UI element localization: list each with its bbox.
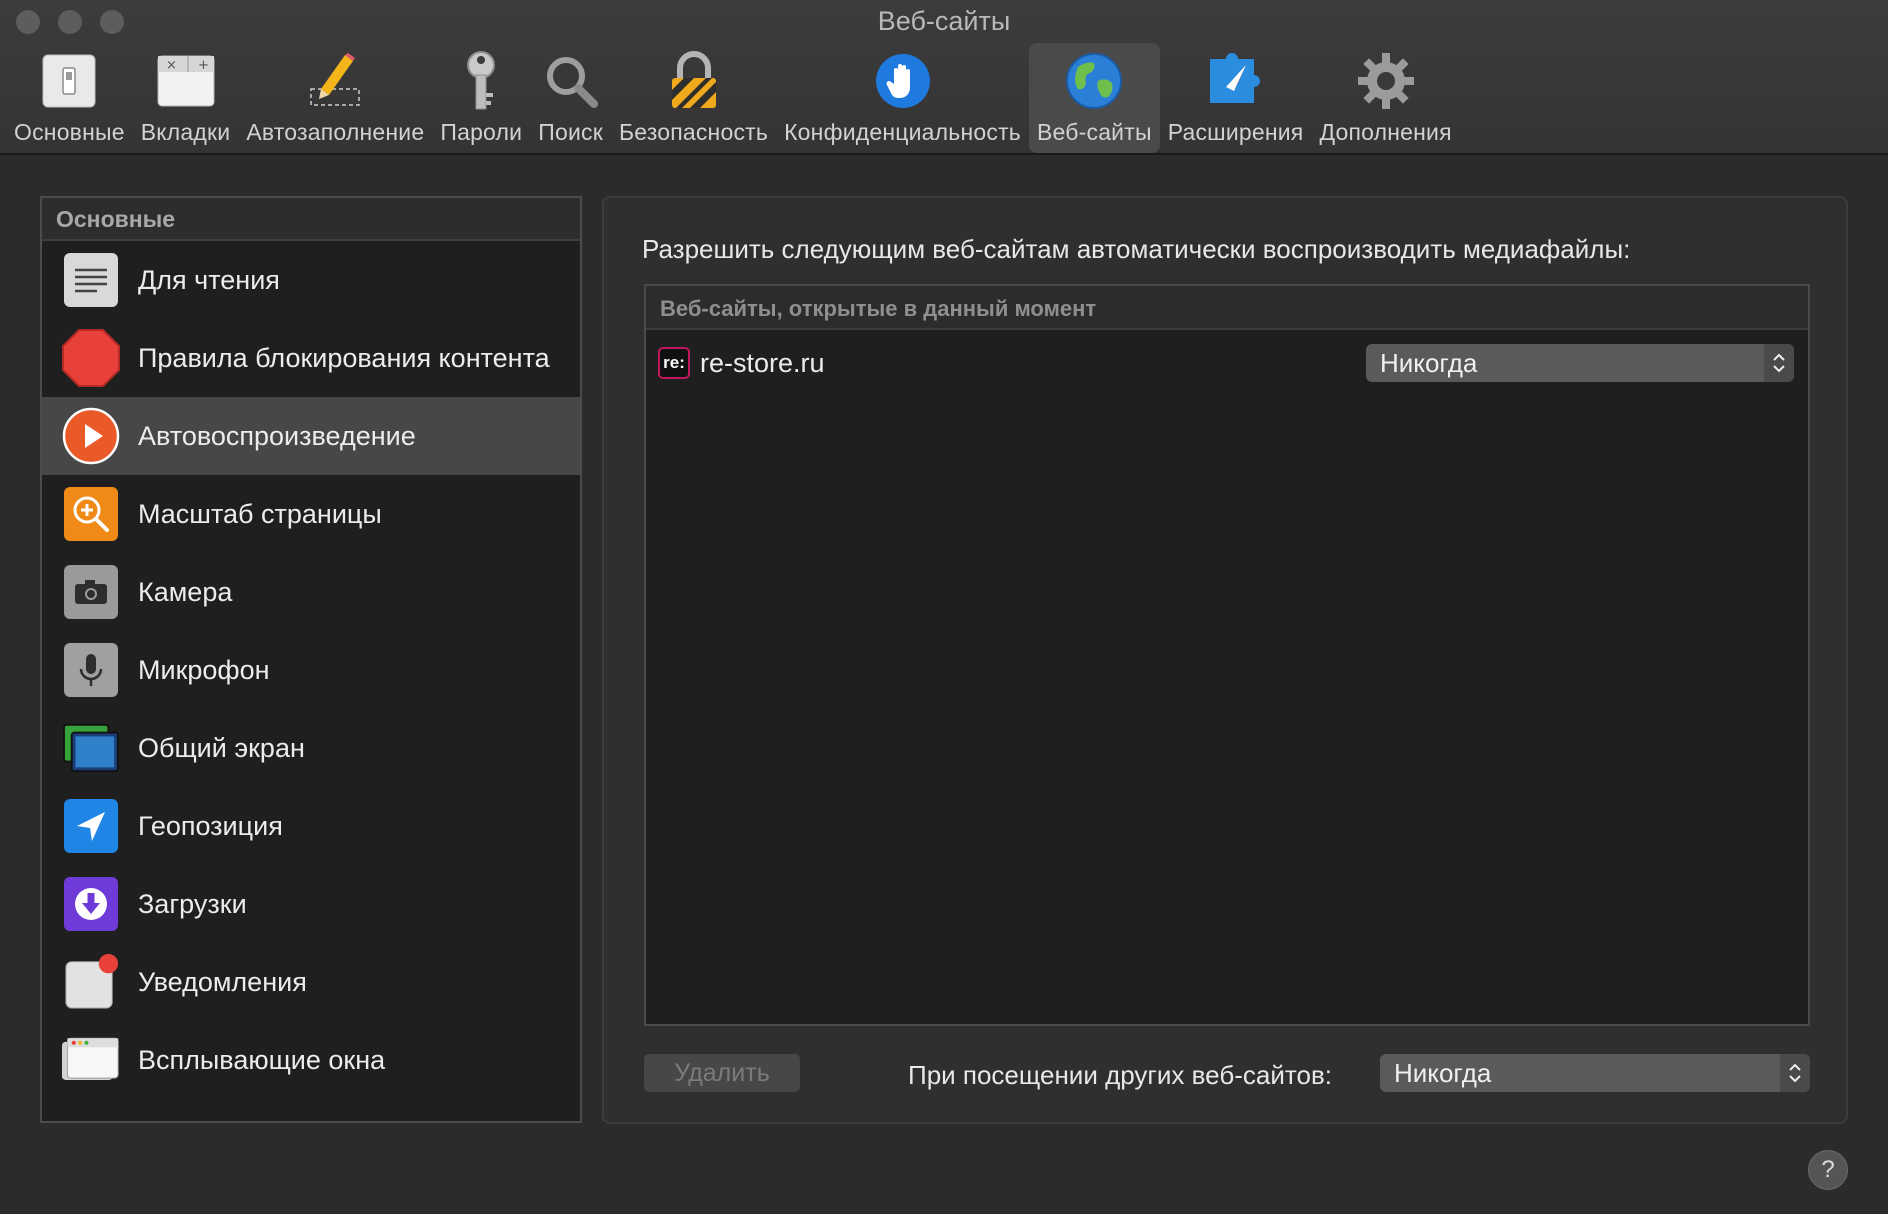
tab-tabs[interactable]: × + Вкладки bbox=[133, 43, 239, 153]
tab-passwords-label: Пароли bbox=[440, 119, 523, 145]
help-button[interactable]: ? bbox=[1808, 1150, 1848, 1190]
tab-security-label: Безопасность bbox=[618, 119, 769, 145]
autoplay-settings-panel: Разрешить следующим веб-сайтам автоматич… bbox=[602, 196, 1848, 1124]
sidebar-item-reader[interactable]: Для чтения bbox=[42, 241, 580, 319]
tab-autofill[interactable]: Автозаполнение bbox=[238, 43, 432, 153]
sidebar-item-content-blockers[interactable]: Правила блокирования контента bbox=[42, 319, 580, 397]
notification-icon bbox=[62, 953, 120, 1011]
general-icon bbox=[37, 49, 101, 113]
sidebar-item-autoplay[interactable]: Автовоспроизведение bbox=[42, 397, 580, 475]
sidebar-item-label: Правила блокирования контента bbox=[138, 342, 550, 373]
preferences-window: Веб-сайты Основные × + Вкладки Автозаполн… bbox=[0, 0, 1888, 1214]
tab-privacy[interactable]: Конфиденциальность bbox=[776, 43, 1029, 153]
site-name: re-store.ru bbox=[700, 347, 825, 378]
tab-websites-label: Веб-сайты bbox=[1036, 119, 1152, 145]
sidebar-item-label: Масштаб страницы bbox=[138, 498, 382, 529]
lock-icon bbox=[662, 49, 726, 113]
tab-autofill-label: Автозаполнение bbox=[246, 119, 425, 145]
tab-passwords[interactable]: Пароли bbox=[432, 43, 530, 153]
other-sites-select[interactable]: Никогда bbox=[1380, 1054, 1810, 1092]
websites-table: Веб-сайты, открытые в данный момент re: … bbox=[644, 284, 1810, 1026]
download-icon bbox=[62, 875, 120, 933]
preferences-toolbar: Основные × + Вкладки Автозаполнение Парол… bbox=[6, 43, 1460, 153]
tab-general-label: Основные bbox=[14, 119, 125, 145]
sidebar-item-notifications[interactable]: Уведомления bbox=[42, 943, 580, 1021]
tab-privacy-label: Конфиденциальность bbox=[784, 119, 1021, 145]
other-sites-select-value: Никогда bbox=[1394, 1057, 1492, 1088]
hand-icon bbox=[871, 49, 935, 113]
titlebar: Веб-сайты Основные × + Вкладки Автозаполн… bbox=[0, 0, 1888, 155]
reader-icon bbox=[62, 251, 120, 309]
site-autoplay-select[interactable]: Никогда bbox=[1366, 344, 1794, 382]
sidebar-item-screen-sharing[interactable]: Общий экран bbox=[42, 709, 580, 787]
tab-search[interactable]: Поиск bbox=[530, 43, 611, 153]
sidebar-item-label: Геопозиция bbox=[138, 810, 283, 841]
svg-text:+: + bbox=[198, 58, 209, 73]
delete-button[interactable]: Удалить bbox=[644, 1054, 800, 1092]
globe-icon bbox=[1062, 49, 1126, 113]
tab-tabs-label: Вкладки bbox=[140, 119, 231, 145]
sidebar-header: Основные bbox=[42, 198, 580, 241]
site-autoplay-select-value: Никогда bbox=[1380, 347, 1478, 378]
tab-advanced[interactable]: Дополнения bbox=[1311, 43, 1459, 153]
chevron-up-down-icon bbox=[1764, 344, 1794, 382]
tab-general[interactable]: Основные bbox=[6, 43, 133, 153]
sidebar-item-downloads[interactable]: Загрузки bbox=[42, 865, 580, 943]
sidebar-item-label: Автовоспроизведение bbox=[138, 420, 416, 451]
sidebar-item-camera[interactable]: Камера bbox=[42, 553, 580, 631]
puzzle-compass-icon bbox=[1204, 49, 1268, 113]
chevron-up-down-icon bbox=[1780, 1054, 1810, 1092]
tab-security[interactable]: Безопасность bbox=[611, 43, 776, 153]
tab-websites[interactable]: Веб-сайты bbox=[1028, 43, 1160, 153]
sidebar-item-label: Микрофон bbox=[138, 654, 270, 685]
sidebar-item-microphone[interactable]: Микрофон bbox=[42, 631, 580, 709]
tabs-icon: × + bbox=[154, 49, 218, 113]
magnifier-icon bbox=[539, 49, 603, 113]
stop-sign-icon bbox=[62, 329, 120, 387]
autofill-pencil-icon bbox=[303, 49, 367, 113]
sidebar-item-label: Всплывающие окна bbox=[138, 1044, 386, 1075]
camera-icon bbox=[62, 563, 120, 621]
screen-share-icon bbox=[62, 719, 120, 777]
table-row[interactable]: re: re-store.ru Никогда bbox=[646, 330, 1808, 396]
tab-extensions[interactable]: Расширения bbox=[1160, 43, 1312, 153]
sidebar-item-label: Для чтения bbox=[138, 264, 280, 295]
play-icon bbox=[62, 407, 120, 465]
sidebar-item-label: Уведомления bbox=[138, 966, 307, 997]
tab-search-label: Поиск bbox=[538, 119, 603, 145]
svg-text:×: × bbox=[166, 58, 177, 73]
sidebar-item-location[interactable]: Геопозиция bbox=[42, 787, 580, 865]
window-title: Веб-сайты bbox=[877, 6, 1011, 36]
site-favicon: re: bbox=[658, 347, 690, 379]
key-icon bbox=[449, 49, 513, 113]
table-header: Веб-сайты, открытые в данный момент bbox=[646, 286, 1808, 330]
panel-heading: Разрешить следующим веб-сайтам автоматич… bbox=[642, 234, 1631, 264]
sidebar-item-popups[interactable]: Всплывающие окна bbox=[42, 1021, 580, 1099]
sidebar-item-label: Загрузки bbox=[138, 888, 247, 919]
website-settings-list: Основные Для чтения Правила блокирования… bbox=[40, 196, 582, 1123]
sidebar-item-page-zoom[interactable]: Масштаб страницы bbox=[42, 475, 580, 553]
sidebar-item-label: Камера bbox=[138, 576, 233, 607]
sidebar-item-label: Общий экран bbox=[138, 732, 305, 763]
location-arrow-icon bbox=[62, 797, 120, 855]
gear-icon bbox=[1354, 49, 1418, 113]
tab-advanced-label: Дополнения bbox=[1319, 119, 1452, 145]
microphone-icon bbox=[62, 641, 120, 699]
tab-extensions-label: Расширения bbox=[1167, 119, 1304, 145]
zoom-icon bbox=[62, 485, 120, 543]
other-sites-label: При посещении других веб-сайтов: bbox=[908, 1060, 1332, 1090]
popup-window-icon bbox=[62, 1031, 120, 1089]
